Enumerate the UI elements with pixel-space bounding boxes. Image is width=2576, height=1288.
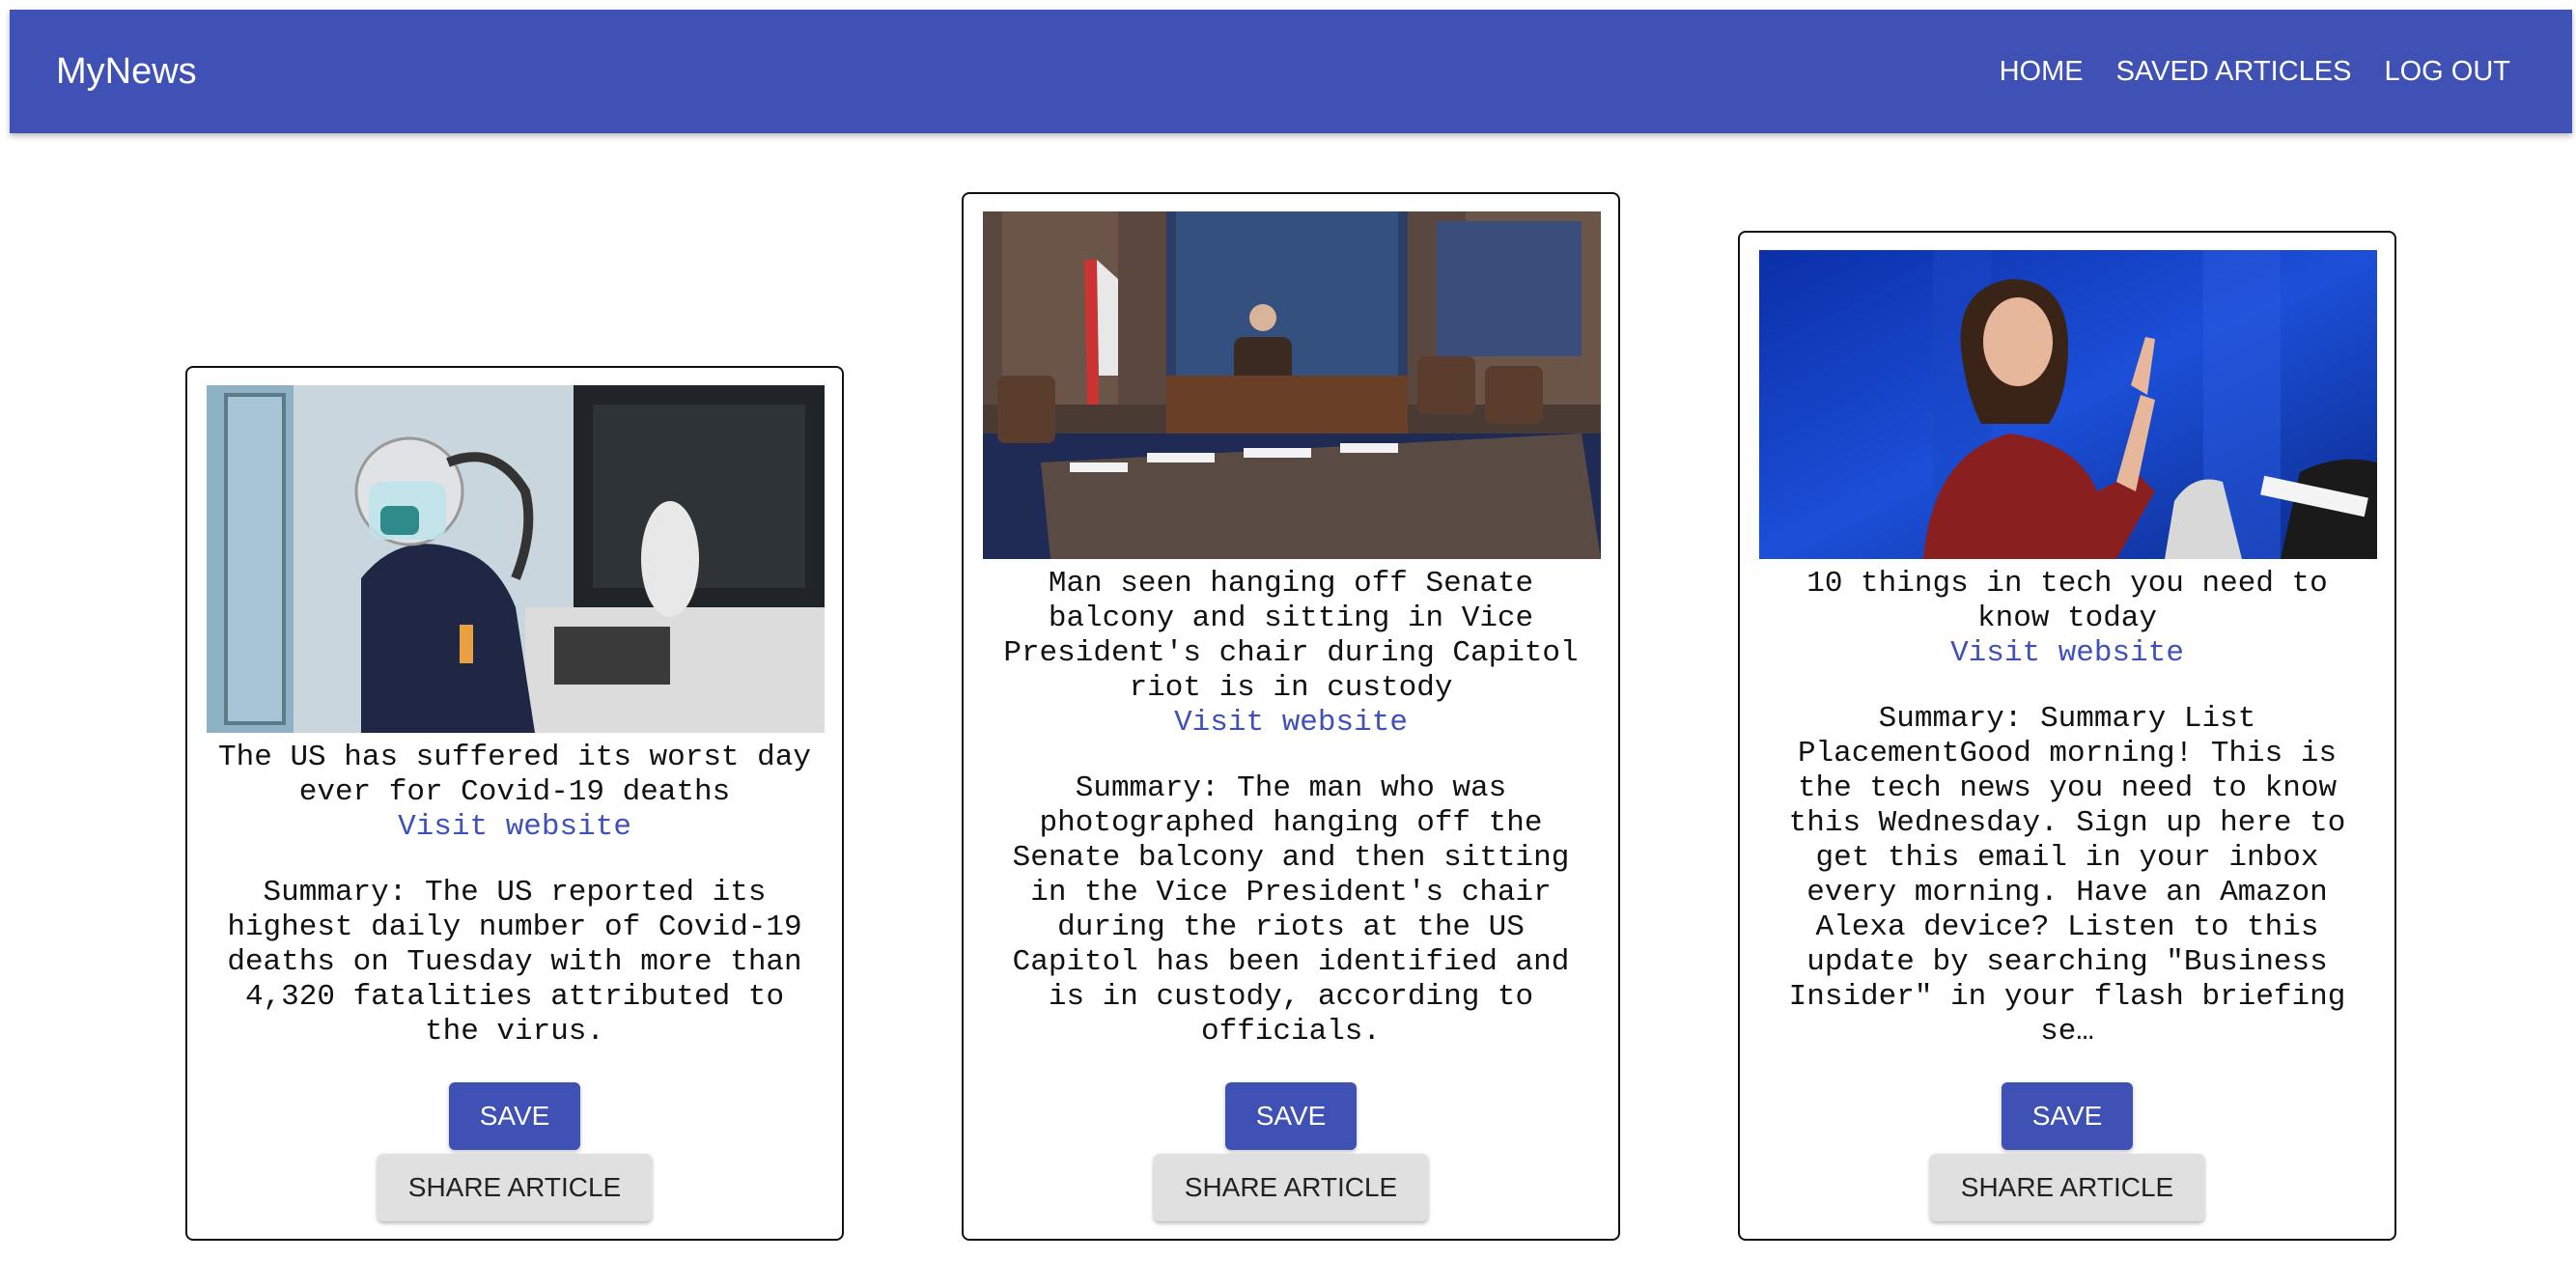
nav-saved-articles[interactable]: SAVED ARTICLES [2116, 56, 2352, 88]
article-headline: The US has suffered its worst day ever f… [218, 741, 811, 809]
save-button[interactable]: SAVE [448, 1082, 581, 1150]
nav-home[interactable]: HOME [2000, 56, 2084, 88]
article-summary: Summary: The US reported its highest dai… [227, 876, 802, 1049]
share-article-button[interactable]: SHARE ARTICLE [1153, 1154, 1429, 1221]
article-summary: Summary: The man who was photographed ha… [1012, 771, 1570, 1049]
article-headline: Man seen hanging off Senate balcony and … [1003, 567, 1579, 705]
visit-website-link[interactable]: Visit website [983, 706, 1599, 741]
save-button[interactable]: SAVE [2001, 1082, 2134, 1150]
visit-website-link[interactable]: Visit website [1759, 636, 2375, 671]
nav-log-out[interactable]: LOG OUT [2384, 56, 2510, 88]
article-summary: Summary: Summary List PlacementGood morn… [1788, 702, 2346, 1049]
visit-website-link[interactable]: Visit website [207, 810, 823, 845]
article-card: 10 things in tech you need to know today… [1738, 231, 2396, 1241]
save-button[interactable]: SAVE [1224, 1082, 1358, 1150]
app-bar: MyNews HOME SAVED ARTICLES LOG OUT [10, 10, 2572, 133]
article-image [207, 385, 825, 733]
article-image [1759, 250, 2377, 559]
brand-title[interactable]: MyNews [56, 10, 197, 133]
nav-links: HOME SAVED ARTICLES LOG OUT [1967, 10, 2510, 133]
article-headline: 10 things in tech you need to know today [1806, 567, 2328, 635]
share-article-button[interactable]: SHARE ARTICLE [377, 1154, 653, 1221]
article-image [983, 211, 1601, 559]
article-card: The US has suffered its worst day ever f… [185, 366, 844, 1241]
article-card: Man seen hanging off Senate balcony and … [962, 192, 1620, 1241]
share-article-button[interactable]: SHARE ARTICLE [1929, 1154, 2205, 1221]
